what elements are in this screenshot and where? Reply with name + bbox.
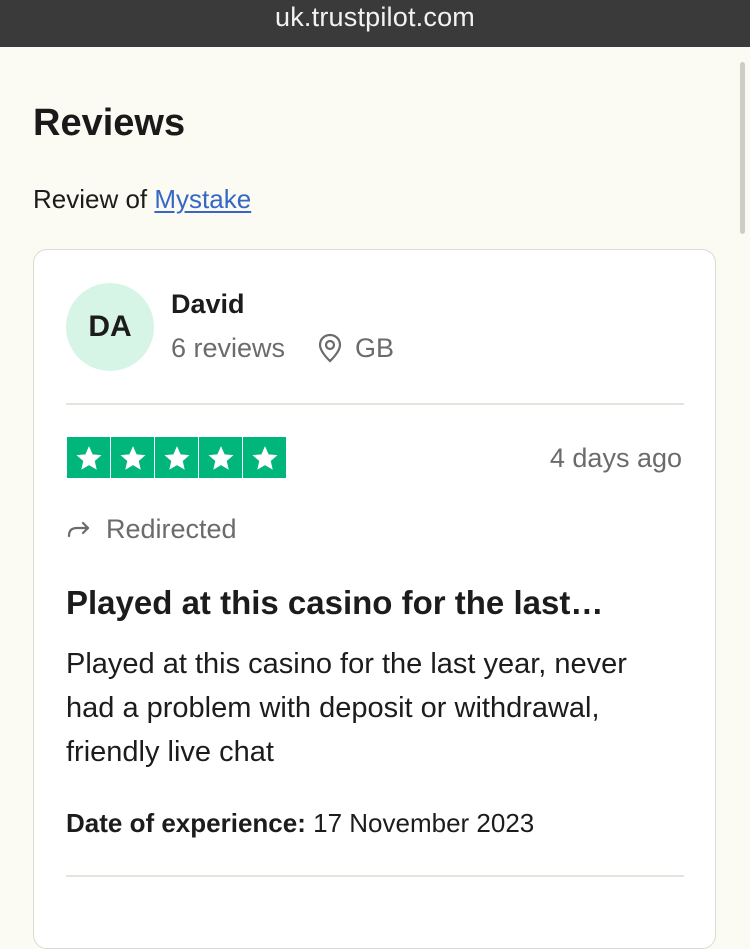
experience-label: Date of experience: <box>66 808 306 838</box>
page-title: Reviews <box>33 102 186 144</box>
divider <box>66 875 684 877</box>
redirected-text: Redirected <box>106 514 237 544</box>
review-card: DA David 6 reviews GB 4 days ago Redirec… <box>33 249 716 949</box>
star-rating <box>67 437 286 478</box>
review-of-prefix: Review of <box>33 184 148 214</box>
star-icon <box>155 437 198 478</box>
star-icon <box>199 437 242 478</box>
date-of-experience: Date of experience: 17 November 2023 <box>66 807 534 839</box>
reviewer-review-count: 6 reviews <box>171 333 286 363</box>
browser-url-bar[interactable]: uk.trustpilot.com <box>0 0 750 47</box>
reviewer-name[interactable]: David <box>171 288 245 320</box>
review-title[interactable]: Played at this casino for the last… <box>66 583 603 623</box>
redirect-arrow-icon <box>67 521 90 538</box>
company-link[interactable]: Mystake <box>154 184 251 214</box>
location-pin-icon <box>318 333 342 363</box>
scrollbar-thumb[interactable] <box>740 62 745 234</box>
experience-date: 17 November 2023 <box>313 808 535 838</box>
avatar[interactable]: DA <box>66 283 154 371</box>
divider <box>66 403 684 405</box>
review-of-line: Review of Mystake <box>33 183 251 215</box>
url-text[interactable]: uk.trustpilot.com <box>275 0 475 34</box>
review-date: 4 days ago <box>549 443 682 473</box>
redirected-label[interactable]: Redirected <box>66 513 237 545</box>
star-icon <box>111 437 154 478</box>
review-body: Played at this casino for the last year,… <box>66 648 627 768</box>
reviewer-country: GB <box>355 333 395 363</box>
reviewer-meta: 6 reviews GB <box>171 332 394 364</box>
star-icon <box>67 437 110 478</box>
star-icon <box>243 437 286 478</box>
